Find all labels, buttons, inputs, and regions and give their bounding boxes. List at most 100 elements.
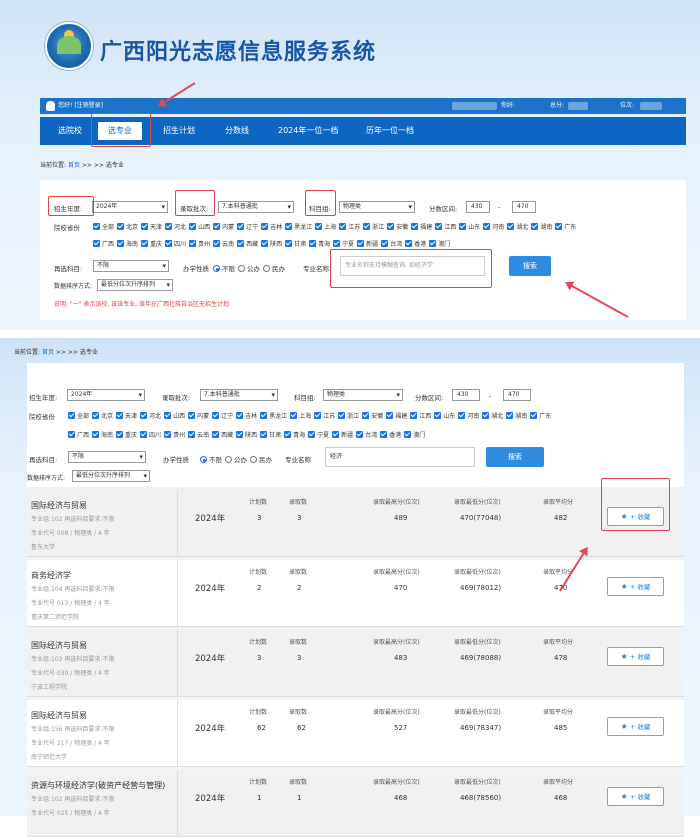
- checkbox-icon[interactable]: [285, 240, 293, 247]
- checkbox-icon[interactable]: [284, 431, 292, 438]
- checkbox-icon[interactable]: [116, 431, 124, 438]
- school-name[interactable]: 宁波工程学院: [31, 682, 67, 691]
- checkbox-icon[interactable]: [213, 223, 221, 230]
- favorite-button[interactable]: ★ + 收藏: [607, 647, 664, 666]
- checkbox-icon[interactable]: [410, 412, 418, 419]
- favorite-button[interactable]: ★ + 收藏: [607, 577, 664, 596]
- subject-select-2[interactable]: 物理类: [323, 389, 403, 401]
- school-name[interactable]: 鲁东大学: [31, 542, 55, 551]
- radio-public-2[interactable]: [225, 456, 232, 463]
- radio-unlimited[interactable]: [213, 265, 220, 272]
- checkbox-icon[interactable]: [308, 431, 316, 438]
- checkbox-icon[interactable]: [164, 412, 172, 419]
- checkbox-icon[interactable]: [261, 240, 269, 247]
- radio-private[interactable]: [263, 265, 270, 272]
- major-name[interactable]: 资源与环境经济学(破资产经营与管理): [31, 780, 165, 791]
- checkbox-icon[interactable]: [68, 431, 75, 438]
- nav-enroll-plan[interactable]: 招生计划: [163, 117, 195, 145]
- checkbox-icon[interactable]: [309, 240, 317, 247]
- checkbox-icon[interactable]: [387, 223, 395, 230]
- checkbox-icon[interactable]: [363, 223, 371, 230]
- user-text[interactable]: 您好! [注销登录]: [58, 98, 103, 114]
- school-name[interactable]: 南宁师范大学: [31, 752, 67, 761]
- checkbox-icon[interactable]: [506, 412, 514, 419]
- checkbox-icon[interactable]: [380, 431, 388, 438]
- checkbox-icon[interactable]: [164, 431, 172, 438]
- checkbox-icon[interactable]: [530, 412, 538, 419]
- range-from-input-2[interactable]: 430: [452, 389, 480, 401]
- checkbox-icon[interactable]: [339, 223, 347, 230]
- batch-select[interactable]: 7.本科普通批: [218, 201, 294, 213]
- favorite-button[interactable]: ★ + 收藏: [607, 787, 664, 806]
- school-name[interactable]: 重庆第二师范学院: [31, 612, 79, 621]
- checkbox-icon[interactable]: [165, 223, 173, 230]
- checkbox-icon[interactable]: [315, 223, 323, 230]
- checkbox-icon[interactable]: [165, 240, 173, 247]
- radio-private-2[interactable]: [250, 456, 257, 463]
- checkbox-icon[interactable]: [117, 240, 125, 247]
- checkbox-icon[interactable]: [338, 412, 346, 419]
- major-name[interactable]: 商务经济学: [31, 570, 71, 581]
- checkbox-icon[interactable]: [386, 412, 394, 419]
- range-from-input[interactable]: 430: [466, 201, 490, 213]
- sort-select[interactable]: 最低分位次升序排列: [97, 279, 173, 291]
- nav-score-line[interactable]: 分数线: [225, 117, 249, 145]
- checkbox-icon[interactable]: [141, 240, 149, 247]
- checkbox-icon[interactable]: [188, 431, 196, 438]
- batch-select-2[interactable]: 7.本科普通批: [200, 389, 278, 401]
- checkbox-icon[interactable]: [213, 240, 221, 247]
- checkbox-icon[interactable]: [92, 431, 100, 438]
- checkbox-icon[interactable]: [435, 223, 443, 230]
- checkbox-icon[interactable]: [357, 240, 365, 247]
- checkbox-icon[interactable]: [555, 223, 563, 230]
- nature-radios[interactable]: 不限 公办 民办: [210, 263, 285, 273]
- checkbox-icon[interactable]: [189, 240, 197, 247]
- checkbox-icon[interactable]: [140, 412, 148, 419]
- major-name[interactable]: 国际经济与贸易: [31, 710, 87, 721]
- checkbox-icon[interactable]: [92, 412, 100, 419]
- checkbox-icon[interactable]: [188, 412, 196, 419]
- checkbox-icon[interactable]: [285, 223, 293, 230]
- checkbox-icon[interactable]: [458, 412, 466, 419]
- major-name[interactable]: 国际经济与贸易: [31, 640, 87, 651]
- checkbox-icon[interactable]: [381, 240, 389, 247]
- nature-radios-2[interactable]: 不限 公办 民办: [197, 454, 272, 464]
- checkbox-icon[interactable]: [237, 223, 245, 230]
- breadcrumb-home[interactable]: 首页: [68, 162, 80, 169]
- checkbox-icon[interactable]: [290, 412, 298, 419]
- checkbox-icon[interactable]: [356, 431, 364, 438]
- range-to-input-2[interactable]: 470: [503, 389, 531, 401]
- reselect-select-2[interactable]: 不限: [68, 451, 146, 463]
- checkbox-icon[interactable]: [237, 240, 245, 247]
- year-select-2[interactable]: 2024年: [67, 389, 145, 401]
- checkbox-icon[interactable]: [116, 412, 124, 419]
- checkbox-icon[interactable]: [261, 223, 269, 230]
- range-to-input[interactable]: 470: [512, 201, 536, 213]
- checkbox-icon[interactable]: [429, 240, 437, 247]
- checkbox-icon[interactable]: [411, 223, 419, 230]
- search-button-2[interactable]: 搜索: [486, 447, 544, 467]
- checkbox-icon[interactable]: [404, 431, 412, 438]
- checkbox-icon[interactable]: [236, 412, 244, 419]
- checkbox-icon[interactable]: [332, 431, 340, 438]
- checkbox-icon[interactable]: [212, 431, 220, 438]
- checkbox-icon[interactable]: [314, 412, 322, 419]
- checkbox-icon[interactable]: [333, 240, 341, 247]
- subject-select[interactable]: 物理类: [339, 201, 415, 213]
- nav-rank-2024[interactable]: 2024年一位一档: [278, 117, 338, 145]
- checkbox-icon[interactable]: [260, 431, 268, 438]
- checkbox-icon[interactable]: [117, 223, 125, 230]
- checkbox-icon[interactable]: [140, 431, 148, 438]
- breadcrumb-home-2[interactable]: 首页: [42, 349, 54, 356]
- checkbox-icon[interactable]: [482, 412, 490, 419]
- checkbox-icon[interactable]: [362, 412, 370, 419]
- checkbox-icon[interactable]: [459, 223, 467, 230]
- radio-unlimited-2[interactable]: [200, 456, 207, 463]
- checkbox-icon[interactable]: [93, 223, 100, 230]
- checkbox-icon[interactable]: [483, 223, 491, 230]
- checkbox-icon[interactable]: [189, 223, 197, 230]
- sort-select-2[interactable]: 最低分位次升序排列: [72, 470, 150, 482]
- reselect-select[interactable]: 不限: [93, 260, 169, 272]
- checkbox-icon[interactable]: [260, 412, 268, 419]
- nav-rank-history[interactable]: 历年一位一档: [366, 117, 414, 145]
